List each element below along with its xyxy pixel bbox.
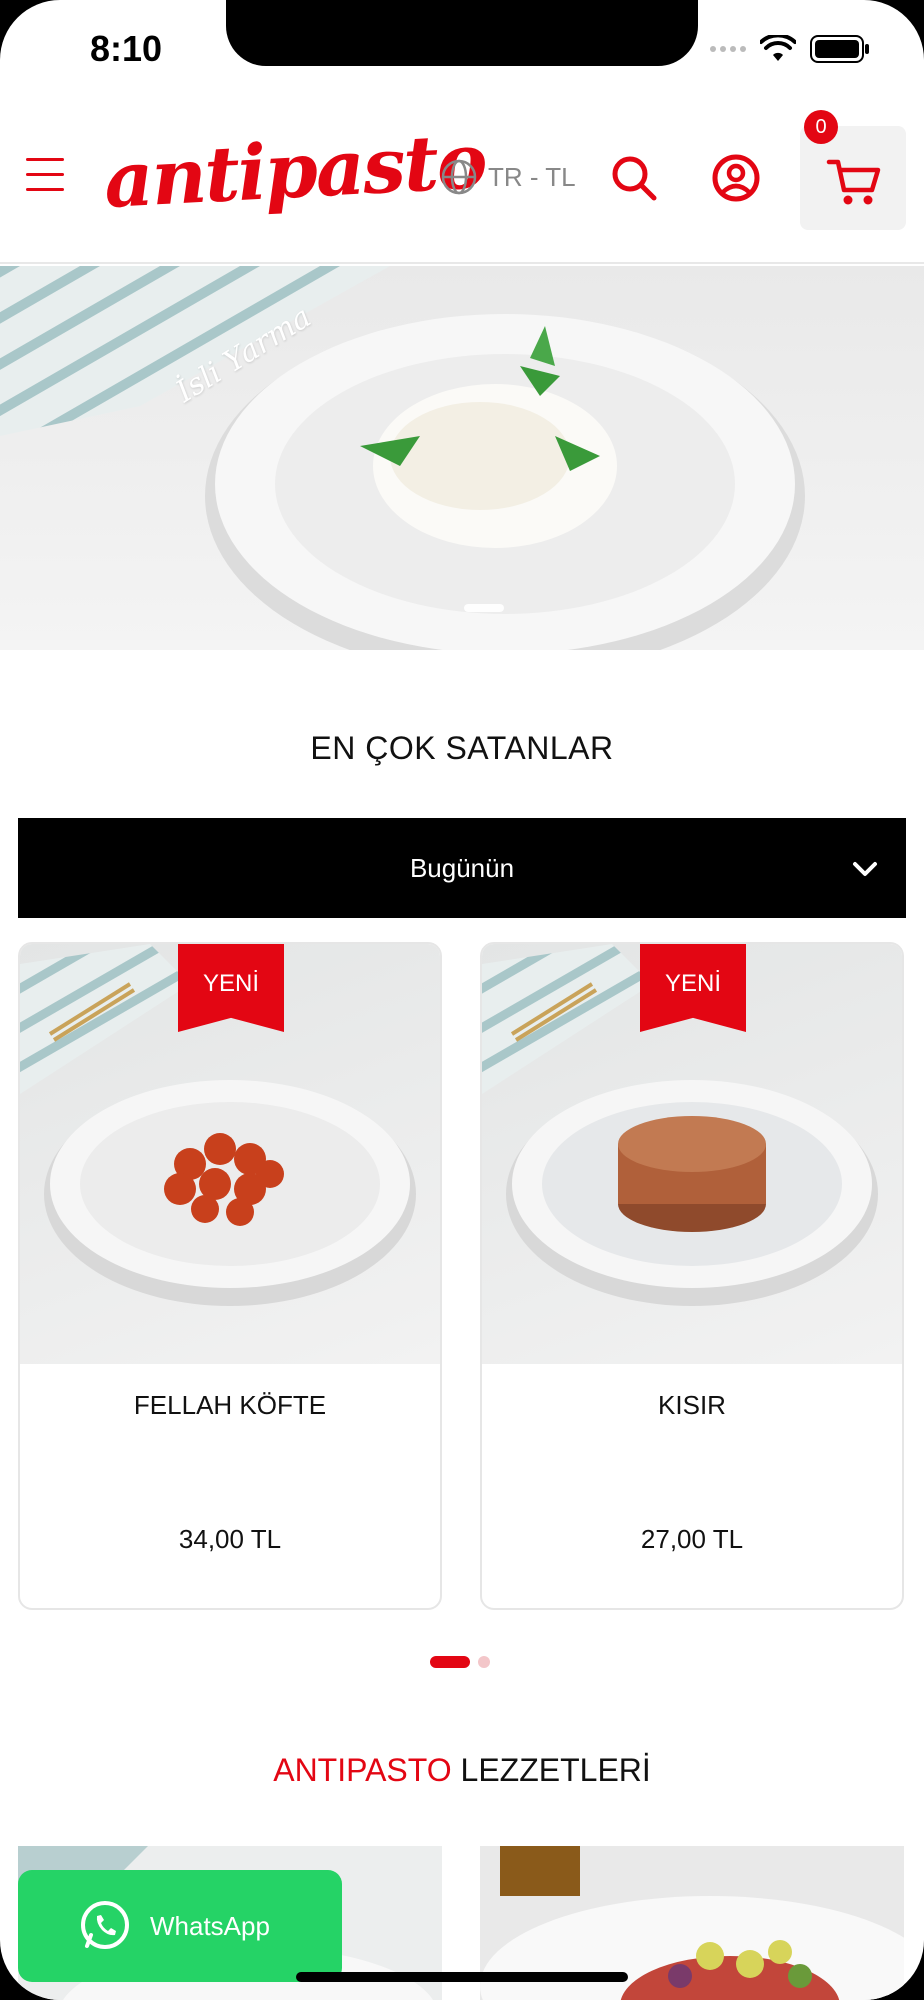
pager-dot[interactable] xyxy=(478,1656,490,1668)
product-card[interactable]: YENİ FELLAH KÖFTE 34,00 TL xyxy=(18,942,442,1610)
status-bar: 8:10 xyxy=(0,0,924,100)
home-indicator[interactable] xyxy=(296,1972,628,1982)
whatsapp-button[interactable]: WhatsApp xyxy=(18,1870,342,1982)
status-icons xyxy=(710,34,870,64)
carousel-pager xyxy=(430,1656,490,1668)
flavors-title-rest: LEZZETLERİ xyxy=(451,1752,651,1788)
product-name[interactable]: FELLAH KÖFTE xyxy=(20,1390,440,1421)
chevron-down-icon xyxy=(853,862,877,876)
wifi-icon xyxy=(760,35,796,61)
bestsellers-title: EN ÇOK SATANLAR xyxy=(310,730,614,766)
whatsapp-label: WhatsApp xyxy=(150,1910,270,1941)
language-currency-selector[interactable]: TR - TL xyxy=(440,158,576,196)
globe-icon xyxy=(441,159,477,195)
menu-icon[interactable] xyxy=(26,158,64,198)
site-header: antipasto TR - TL 0 xyxy=(0,108,924,264)
product-card[interactable]: YENİ KISIR 27,00 TL xyxy=(480,942,904,1610)
hero-slide-indicator[interactable] xyxy=(464,604,504,612)
flavors-title-brand: ANTIPASTO xyxy=(273,1752,452,1788)
product-name[interactable]: KISIR xyxy=(482,1390,902,1421)
product-image[interactable]: YENİ xyxy=(20,944,440,1364)
status-time: 8:10 xyxy=(90,28,163,69)
language-currency-label: TR - TL xyxy=(488,161,576,192)
filter-selected-value: Bugünün xyxy=(409,852,515,883)
brand-logo[interactable]: antipasto xyxy=(102,116,488,225)
cart-count-badge: 0 xyxy=(804,110,838,144)
hero-banner[interactable] xyxy=(0,266,924,650)
cellular-signal-icon xyxy=(710,46,746,52)
hero-food-image xyxy=(0,266,805,650)
device-notch xyxy=(226,0,698,66)
flavors-title: ANTIPASTO LEZZETLERİ xyxy=(0,1752,924,1789)
product-price: 27,00 TL xyxy=(640,1524,744,1554)
search-icon[interactable] xyxy=(606,150,662,206)
product-image[interactable]: YENİ xyxy=(482,944,902,1364)
bestsellers-filter-dropdown[interactable]: Bugünün xyxy=(18,818,906,918)
pager-dot-active[interactable] xyxy=(430,1656,470,1668)
whatsapp-icon xyxy=(81,1901,129,1949)
product-price: 34,00 TL xyxy=(178,1524,282,1554)
battery-icon xyxy=(810,35,869,63)
app-screen: 8:10 antipasto TR - TL 0 İsli Yarma EN Ç… xyxy=(0,0,924,2000)
shopping-cart-icon xyxy=(826,159,881,205)
user-account-icon[interactable] xyxy=(708,150,764,206)
